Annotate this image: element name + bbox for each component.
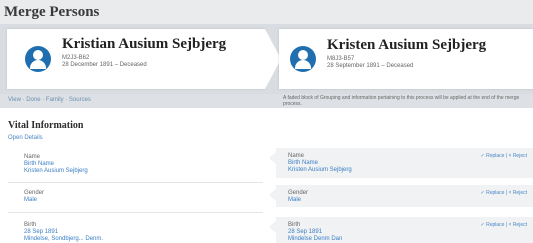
field-value: Kristen Ausium Sejbjerg xyxy=(24,168,88,174)
person-avatar-icon xyxy=(290,46,316,72)
field-subtype: Birth Name xyxy=(288,160,319,166)
field-place: Mindelse Denm Dan xyxy=(288,236,343,242)
field-subtype: Birth Name xyxy=(24,161,55,167)
info-bar: View · Done · Family · Sources A faded b… xyxy=(0,94,533,108)
field-label: Gender xyxy=(288,190,309,196)
field-label: Name xyxy=(288,153,305,159)
breadcrumb[interactable]: View · Done · Family · Sources xyxy=(8,97,91,103)
replace-reject-actions[interactable]: ✓ Replace | × Reject xyxy=(481,190,527,196)
field-label: Gender xyxy=(24,190,45,196)
field-date: 28 Sep 1891 xyxy=(24,229,59,235)
merge-note: A faded block of Grouping and informatio… xyxy=(283,95,520,107)
field-value: Male xyxy=(24,197,38,203)
right-person-dates: 28 September 1891 – Deceased xyxy=(327,63,414,69)
right-gender-field: Gender Male ✓ Replace | × Reject xyxy=(269,185,533,207)
person-avatar-icon xyxy=(25,46,51,72)
divider xyxy=(8,182,263,183)
right-birth-field: Birth 28 Sep 1891 Mindelse Denm Dan ✓ Re… xyxy=(269,217,533,243)
field-date: 28 Sep 1891 xyxy=(288,229,323,235)
right-person-card: Kristen Ausium Sejbjerg M8J3-B57 28 Sept… xyxy=(279,29,533,89)
left-person-id: M2J3-B62 xyxy=(62,55,90,61)
right-name-field: Name Birth Name Kristen Ausium Sejbjerg … xyxy=(269,148,533,178)
field-place: Mindelse, Sondbjerg... Denm. xyxy=(24,236,104,242)
field-label: Name xyxy=(24,154,41,160)
left-name-field: Name Birth Name Kristen Ausium Sejbjerg xyxy=(24,154,88,175)
replace-reject-actions[interactable]: ✓ Replace | × Reject xyxy=(481,222,527,228)
left-person-card: Kristian Ausium Sejbjerg M2J3-B62 28 Dec… xyxy=(7,29,265,89)
divider xyxy=(8,212,263,213)
right-person-name[interactable]: Kristen Ausium Sejbjerg xyxy=(327,37,486,54)
left-gender-field: Gender Male xyxy=(24,190,44,204)
page-title: Merge Persons xyxy=(0,0,533,24)
field-label: Birth xyxy=(288,222,301,228)
right-person-id: M8J3-B57 xyxy=(327,56,355,62)
section-title: Vital Information xyxy=(8,120,84,131)
left-person-dates: 28 December 1891 – Deceased xyxy=(62,62,147,68)
field-label: Birth xyxy=(24,222,37,228)
field-value: Kristen Ausium Sejbjerg xyxy=(288,167,352,173)
open-details-link[interactable]: Open Details xyxy=(8,135,43,141)
left-person-name[interactable]: Kristian Ausium Sejbjerg xyxy=(62,36,226,53)
field-value: Male xyxy=(288,197,302,203)
left-birth-field: Birth 28 Sep 1891 Mindelse, Sondbjerg...… xyxy=(24,222,103,243)
replace-reject-actions[interactable]: ✓ Replace | × Reject xyxy=(481,153,527,159)
